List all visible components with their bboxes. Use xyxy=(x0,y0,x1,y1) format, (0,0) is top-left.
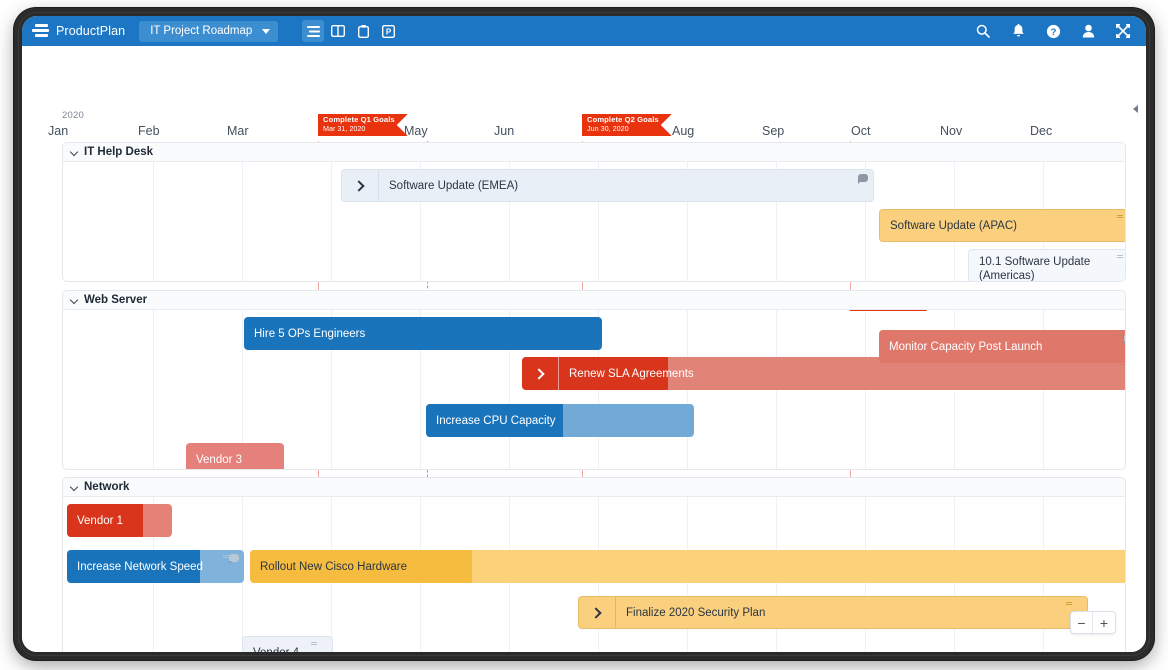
user-icon[interactable] xyxy=(1079,22,1097,40)
toolbar-right-icons: ? xyxy=(974,22,1138,40)
zoom-controls: − + xyxy=(1070,611,1116,634)
chevron-down-icon xyxy=(262,28,271,34)
expand-icon[interactable] xyxy=(1114,22,1132,40)
month-label-dec: Dec xyxy=(1030,124,1053,138)
help-icon[interactable]: ? xyxy=(1044,22,1062,40)
month-label-oct: Oct xyxy=(851,124,871,138)
resize-handle-icon[interactable] xyxy=(223,555,229,556)
bar-increase-cpu-capacity[interactable]: Increase CPU Capacity xyxy=(426,404,694,437)
month-label-jun: Jun xyxy=(494,124,515,138)
bar-label: Vendor 4 xyxy=(243,647,309,653)
lane-network: Network Vendor 1 Increase Network Speed xyxy=(62,477,1126,652)
lane-it-help-desk: IT Help Desk Software Update (EMEA) Soft… xyxy=(62,142,1126,282)
bar-finalize-2020-security-plan[interactable]: Finalize 2020 Security Plan xyxy=(578,596,1088,629)
milestone-flag-q1[interactable]: Complete Q1 Goals Mar 31, 2020 xyxy=(318,114,408,136)
expand-bar-icon[interactable] xyxy=(579,597,615,628)
comment-icon[interactable] xyxy=(858,174,868,184)
month-label-mar: Mar xyxy=(227,124,249,138)
lane-header[interactable]: Network xyxy=(63,478,1125,497)
bar-vendor-4[interactable]: Vendor 4 xyxy=(242,636,333,652)
bar-label: 10.1 Software Update (Americas) xyxy=(979,255,1091,282)
resize-handle-icon[interactable] xyxy=(311,642,317,643)
month-label-nov: Nov xyxy=(940,124,963,138)
resize-handle-icon[interactable] xyxy=(1118,335,1124,336)
month-label-feb: Feb xyxy=(138,124,160,138)
zoom-in-button[interactable]: + xyxy=(1093,612,1115,633)
resize-handle-icon[interactable] xyxy=(1117,215,1123,216)
lane-header[interactable]: Web Server xyxy=(63,291,1125,310)
month-label-sep: Sep xyxy=(762,124,785,138)
bar-label: Monitor Capacity Post Launch xyxy=(889,340,1043,353)
view-mode-icons: P xyxy=(302,20,399,42)
bar-software-update-apac[interactable]: Software Update (APAC) xyxy=(879,209,1125,242)
roadmap-canvas[interactable]: 2020 Jan Feb Mar May Jun Aug Sep Oct Nov… xyxy=(22,46,1146,652)
milestone-flag-q2[interactable]: Complete Q2 Goals Jun 30, 2020 xyxy=(582,114,672,136)
document-name: IT Project Roadmap xyxy=(150,25,253,37)
svg-text:P: P xyxy=(386,27,392,36)
comment-icon[interactable] xyxy=(1124,334,1125,344)
bar-label: Finalize 2020 Security Plan xyxy=(626,606,766,619)
lane-web-server: Web Server Hire 5 OPs Engineers Renew SL… xyxy=(62,290,1126,470)
bar-vendor-1[interactable]: Vendor 1 xyxy=(67,504,172,537)
bar-label: Software Update (APAC) xyxy=(890,219,1017,232)
comment-icon[interactable] xyxy=(1125,361,1126,369)
bar-monitor-capacity-post-launch[interactable]: Monitor Capacity Post Launch xyxy=(879,330,1125,363)
bar-label: Increase Network Speed xyxy=(77,560,203,573)
lane-body: Vendor 1 Increase Network Speed Rollout … xyxy=(63,497,1125,652)
app-screen: ProductPlan IT Project Roadmap P ? 2020 … xyxy=(22,16,1146,652)
lane-body: Software Update (EMEA) Software Update (… xyxy=(63,162,1125,281)
bar-increase-network-speed[interactable]: Increase Network Speed xyxy=(67,550,244,583)
presentation-icon[interactable]: P xyxy=(377,20,399,42)
search-icon[interactable] xyxy=(974,22,992,40)
milestone-date: Jun 30, 2020 xyxy=(587,123,629,133)
resize-handle-icon[interactable] xyxy=(1117,255,1123,256)
comment-icon[interactable] xyxy=(229,554,239,564)
bell-icon[interactable] xyxy=(1009,22,1027,40)
bar-label: Rollout New Cisco Hardware xyxy=(260,560,407,573)
chevron-down-icon[interactable] xyxy=(71,483,79,491)
resize-handle-icon[interactable] xyxy=(1066,602,1072,603)
board-view-icon[interactable] xyxy=(327,20,349,42)
bar-software-update-emea[interactable]: Software Update (EMEA) xyxy=(341,169,874,202)
collapse-panel-icon[interactable] xyxy=(1130,104,1140,114)
chevron-down-icon[interactable] xyxy=(71,148,79,156)
clipboard-icon[interactable] xyxy=(352,20,374,42)
chevron-down-icon[interactable] xyxy=(71,296,79,304)
year-label: 2020 xyxy=(62,110,84,121)
lane-body: Hire 5 OPs Engineers Renew SLA Agreement… xyxy=(63,310,1125,469)
bar-label: Renew SLA Agreements xyxy=(569,367,694,380)
browser-window-frame: ProductPlan IT Project Roadmap P ? 2020 … xyxy=(14,8,1154,660)
month-label-aug: Aug xyxy=(672,124,695,138)
bar-label: Hire 5 OPs Engineers xyxy=(254,327,366,340)
bar-vendor-3[interactable]: Vendor 3 xyxy=(186,443,284,469)
lane-title: IT Help Desk xyxy=(84,146,154,158)
document-selector[interactable]: IT Project Roadmap xyxy=(139,20,279,42)
milestone-name: Complete Q1 Goals xyxy=(323,115,395,124)
zoom-out-button[interactable]: − xyxy=(1071,612,1093,633)
milestone-date: Mar 31, 2020 xyxy=(323,123,366,133)
brand-name: ProductPlan xyxy=(56,24,126,38)
bar-label: Vendor 1 xyxy=(77,514,124,527)
bar-software-update-americas[interactable]: 10.1 Software Update (Americas) xyxy=(968,249,1125,282)
list-view-icon[interactable] xyxy=(302,20,325,42)
lane-title: Web Server xyxy=(84,294,148,306)
expand-bar-icon[interactable] xyxy=(342,170,378,201)
bar-label: Vendor 3 xyxy=(196,453,243,466)
app-toolbar: ProductPlan IT Project Roadmap P ? xyxy=(22,16,1146,46)
bar-label: Increase CPU Capacity xyxy=(436,414,556,427)
month-label-jan: Jan xyxy=(48,124,69,138)
bar-rollout-new-cisco-hardware[interactable]: Rollout New Cisco Hardware xyxy=(250,550,1125,583)
bar-hire-5-ops-engineers[interactable]: Hire 5 OPs Engineers xyxy=(244,317,602,350)
lane-header[interactable]: IT Help Desk xyxy=(63,143,1125,162)
expand-bar-icon[interactable] xyxy=(522,357,558,390)
productplan-logo-icon xyxy=(32,23,49,39)
milestone-name: Complete Q2 Goals xyxy=(587,115,659,124)
svg-text:?: ? xyxy=(1050,27,1056,38)
brand-logo[interactable]: ProductPlan xyxy=(32,23,126,39)
bar-label: Software Update (EMEA) xyxy=(389,179,519,192)
lane-title: Network xyxy=(84,481,130,493)
